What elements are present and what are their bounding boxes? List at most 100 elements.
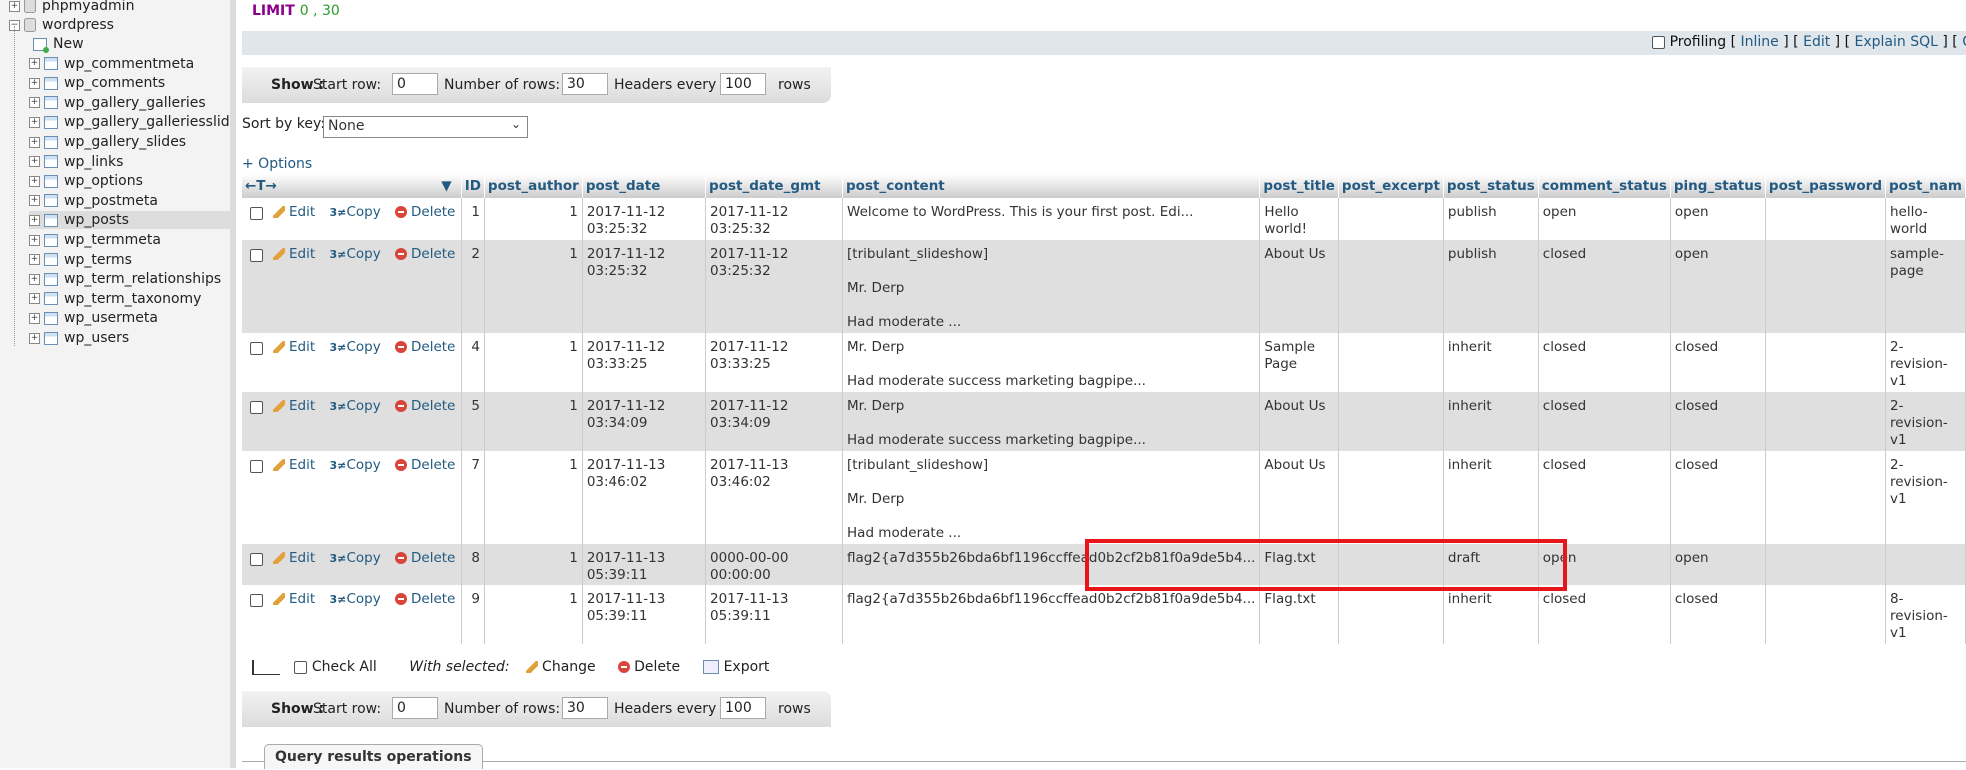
sidebar-table-item[interactable]: + wp_posts [29, 211, 230, 230]
cell-content[interactable]: [tribulant_slideshow] Mr. Derp Had moder… [842, 240, 1261, 333]
export-selected-button[interactable]: Export [702, 659, 769, 675]
start-row-input[interactable]: 0 [392, 73, 438, 95]
cell-ping-status[interactable]: closed [1670, 585, 1766, 644]
row-checkbox[interactable] [250, 593, 263, 607]
edit-row-button[interactable]: Edit [273, 246, 315, 262]
column-header-post-date[interactable]: post_date [582, 174, 707, 198]
copy-row-button[interactable]: 3≠Copy [329, 246, 380, 262]
delete-row-button[interactable]: Delete [395, 204, 455, 220]
inline-link[interactable]: Inline [1741, 34, 1779, 50]
column-header-post-status[interactable]: post_status [1443, 174, 1539, 198]
cell-status[interactable]: inherit [1443, 451, 1539, 544]
column-header-post-author[interactable]: post_author [484, 174, 583, 198]
cell-excerpt[interactable] [1338, 333, 1444, 392]
cell-content[interactable]: Mr. Derp Had moderate success marketing … [842, 392, 1261, 451]
expand-icon[interactable]: + [29, 175, 40, 187]
cell-password[interactable] [1765, 451, 1887, 544]
cell-name[interactable]: hello-world [1885, 198, 1966, 240]
column-header-post-date-gmt[interactable]: post_date_gmt [705, 174, 844, 198]
cell-title[interactable]: Flag.txt [1259, 585, 1339, 644]
expand-icon[interactable]: + [29, 195, 40, 207]
row-checkbox[interactable] [250, 400, 263, 414]
cell-ping-status[interactable]: closed [1670, 333, 1766, 392]
sort-by-key-select[interactable]: None ⌄ [323, 116, 528, 138]
edit-row-button[interactable]: Edit [273, 339, 315, 355]
expand-icon[interactable]: + [29, 234, 40, 246]
cell-date[interactable]: 2017-11-12 03:34:09 [582, 392, 707, 451]
sidebar-table-item[interactable]: + wp_gallery_galleriesslides [29, 113, 230, 131]
delete-row-button[interactable]: Delete [395, 339, 455, 355]
cell-content[interactable]: [tribulant_slideshow] Mr. Derp Had moder… [842, 451, 1261, 544]
cell-date-gmt[interactable]: 2017-11-12 03:25:32 [705, 240, 844, 333]
expand-icon[interactable]: + [29, 273, 40, 285]
query-results-operations-tab[interactable]: Query results operations [264, 744, 483, 769]
number-of-rows-input[interactable]: 30 [562, 697, 608, 719]
start-row-input[interactable]: 0 [392, 697, 438, 719]
cell-author[interactable]: 1 [484, 585, 583, 644]
delete-selected-button[interactable]: Delete [618, 659, 680, 675]
cell-excerpt[interactable] [1338, 240, 1444, 333]
cell-date[interactable]: 2017-11-12 03:25:32 [582, 240, 707, 333]
edit-row-button[interactable]: Edit [273, 398, 315, 414]
cell-date-gmt[interactable]: 2017-11-12 03:33:25 [705, 333, 844, 392]
edit-row-button[interactable]: Edit [273, 204, 315, 220]
cell-date[interactable]: 2017-11-12 03:25:32 [582, 198, 707, 240]
sidebar-table-item[interactable]: + wp_comments [29, 74, 165, 92]
cell-password[interactable] [1765, 198, 1887, 240]
cell-title[interactable]: About Us [1259, 240, 1339, 333]
sidebar-db-1[interactable]: − wordpress [9, 16, 114, 34]
delete-row-button[interactable]: Delete [395, 591, 455, 607]
cell-password[interactable] [1765, 544, 1887, 585]
copy-row-button[interactable]: 3≠Copy [329, 204, 380, 220]
cell-status[interactable]: publish [1443, 198, 1539, 240]
cell-excerpt[interactable] [1338, 392, 1444, 451]
expand-icon[interactable]: + [29, 214, 40, 226]
cell-id[interactable]: 2 [461, 240, 485, 333]
cell-excerpt[interactable] [1338, 451, 1444, 544]
column-header-id[interactable]: ID [461, 174, 485, 198]
profiling-checkbox[interactable] [1652, 35, 1666, 49]
cell-title[interactable]: About Us [1259, 451, 1339, 544]
cell-id[interactable]: 9 [461, 585, 485, 644]
column-header-comment-status[interactable]: comment_status [1538, 174, 1671, 198]
edit-row-button[interactable]: Edit [273, 550, 315, 566]
delete-row-button[interactable]: Delete [395, 398, 455, 414]
cell-comment-status[interactable]: closed [1538, 392, 1671, 451]
cell-content[interactable]: Welcome to WordPress. This is your first… [842, 198, 1261, 240]
cell-id[interactable]: 1 [461, 198, 485, 240]
column-header-post-content[interactable]: post_content [842, 174, 1261, 198]
delete-row-button[interactable]: Delete [395, 246, 455, 262]
cell-content[interactable]: flag2{a7d355b26bda6bf1196ccffead0b2cf2b8… [842, 585, 1261, 644]
cell-id[interactable]: 7 [461, 451, 485, 544]
cell-status[interactable]: inherit [1443, 333, 1539, 392]
cell-name[interactable]: sample- page [1885, 240, 1966, 333]
column-header-post-password[interactable]: post_password [1765, 174, 1887, 198]
cell-title[interactable]: About Us [1259, 392, 1339, 451]
cell-date[interactable]: 2017-11-13 05:39:11 [582, 544, 707, 585]
cell-name[interactable]: 2-revision- v1 [1885, 392, 1966, 451]
cell-status[interactable]: publish [1443, 240, 1539, 333]
cell-author[interactable]: 1 [484, 333, 583, 392]
delete-row-button[interactable]: Delete [395, 457, 455, 473]
cell-ping-status[interactable]: open [1670, 198, 1766, 240]
cell-name[interactable]: 8-revision- v1 [1885, 585, 1966, 644]
cell-title[interactable]: Sample Page [1259, 333, 1339, 392]
expand-icon[interactable]: + [29, 312, 40, 324]
cell-author[interactable]: 1 [484, 198, 583, 240]
expand-icon[interactable]: + [29, 136, 40, 148]
cell-comment-status[interactable]: closed [1538, 333, 1671, 392]
change-selected-button[interactable]: Change [526, 659, 596, 675]
cell-ping-status[interactable]: open [1670, 544, 1766, 585]
cell-date-gmt[interactable]: 2017-11-12 03:34:09 [705, 392, 844, 451]
cell-ping-status[interactable]: closed [1670, 451, 1766, 544]
sidebar-new-table[interactable]: New [33, 35, 84, 53]
expand-icon[interactable]: + [29, 254, 40, 266]
delete-row-button[interactable]: Delete [395, 550, 455, 566]
column-header-post-nam[interactable]: post_nam [1885, 174, 1966, 198]
cell-ping-status[interactable]: closed [1670, 392, 1766, 451]
number-of-rows-input[interactable]: 30 [562, 73, 608, 95]
cell-comment-status[interactable]: closed [1538, 451, 1671, 544]
expand-icon[interactable]: + [29, 97, 40, 109]
sidebar-db-0[interactable]: + phpmyadmin [9, 0, 134, 15]
cell-excerpt[interactable] [1338, 198, 1444, 240]
